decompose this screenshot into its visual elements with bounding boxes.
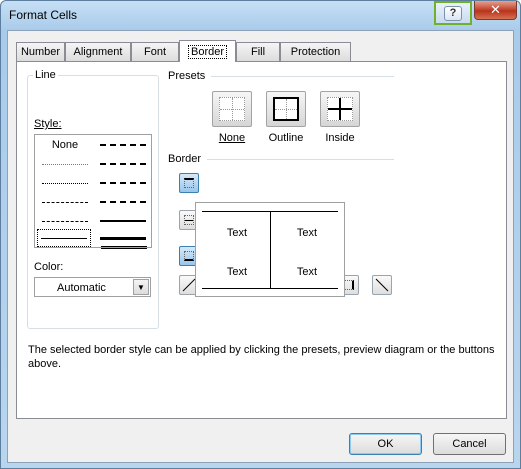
border-bottom-icon: [184, 251, 194, 261]
border-right-icon: [344, 280, 354, 290]
line-group-title: Line: [33, 69, 58, 81]
tab-border[interactable]: Border: [179, 40, 236, 62]
tab-alignment[interactable]: Alignment: [65, 42, 131, 61]
preset-outline-label: Outline: [268, 132, 304, 144]
line-style-dash-dot[interactable]: [37, 212, 93, 230]
preset-none-icon: [219, 97, 245, 121]
preset-outline-icon: [273, 97, 299, 121]
dialog-client-area: Number Alignment Font Border Fill Protec…: [7, 30, 514, 463]
border-preview[interactable]: Text Text Text Text: [195, 202, 345, 297]
line-style-dash-dot-dot[interactable]: [37, 193, 93, 211]
tab-label: Font: [143, 46, 166, 58]
border-top-icon: [184, 178, 194, 188]
tab-font[interactable]: Font: [131, 42, 179, 61]
format-cells-dialog: Format Cells ? ✕ Number Alignment Font B…: [0, 0, 521, 469]
chevron-down-icon[interactable]: ▼: [133, 279, 149, 295]
preset-inside-button[interactable]: [320, 91, 360, 127]
tab-fill[interactable]: Fill: [236, 42, 280, 61]
line-style-double[interactable]: [96, 238, 152, 256]
close-button[interactable]: ✕: [474, 1, 517, 20]
border-inside-horizontal-icon: [184, 215, 194, 225]
preview-inside-vertical-border: [270, 211, 271, 288]
line-style-medium[interactable]: [95, 212, 151, 230]
color-select[interactable]: Automatic ▼: [34, 277, 151, 297]
presets-group-title: Presets: [168, 70, 206, 82]
preview-cell-text: Text: [226, 227, 248, 239]
preset-inside-icon: [327, 97, 353, 121]
tab-protection[interactable]: Protection: [280, 42, 351, 61]
preview-cell-text: Text: [296, 227, 318, 239]
title-bar: Format Cells ? ✕: [1, 1, 520, 29]
line-style-medium-dash-dot[interactable]: [95, 174, 151, 192]
border-diagonal-down-button[interactable]: [372, 275, 392, 295]
preset-none-button[interactable]: [212, 91, 252, 127]
line-style-none-label: None: [51, 139, 79, 151]
border-group-title: Border: [168, 153, 202, 165]
tab-label: Fill: [250, 46, 266, 58]
line-style-medium-dash-dot-dot[interactable]: [95, 136, 151, 154]
border-tab-panel: Line Style: None Color: Automatic ▼ Pres…: [16, 61, 507, 419]
presets-separator: [211, 76, 394, 77]
preset-outline-button[interactable]: [266, 91, 306, 127]
color-select-value: Automatic: [57, 282, 106, 294]
tab-label: Border: [187, 44, 228, 59]
window-title: Format Cells: [9, 8, 78, 22]
border-separator: [207, 159, 394, 160]
tab-label: Protection: [290, 46, 341, 58]
preview-cell-text: Text: [296, 266, 318, 278]
preset-none-label: None: [218, 132, 246, 144]
help-icon: ?: [444, 5, 462, 21]
tab-label: Alignment: [73, 46, 123, 58]
ok-button-label: OK: [377, 438, 394, 450]
line-style-thin-selected[interactable]: [37, 229, 91, 247]
line-style-list[interactable]: None: [34, 134, 152, 248]
help-button[interactable]: ?: [434, 1, 472, 25]
preset-inside-label: Inside: [325, 132, 355, 144]
cancel-button[interactable]: Cancel: [433, 433, 506, 455]
preview-bottom-border: [202, 288, 338, 289]
ok-button[interactable]: OK: [349, 433, 422, 455]
tab-label: Number: [20, 46, 61, 58]
line-style-slant-dash-dot[interactable]: [95, 155, 151, 173]
line-style-none[interactable]: None: [37, 136, 93, 154]
tab-number[interactable]: Number: [16, 42, 65, 61]
diagonal-down-icon: [375, 278, 389, 292]
line-style-medium-dashed[interactable]: [95, 193, 151, 211]
line-style-dotted[interactable]: [37, 174, 93, 192]
info-text: The selected border style can be applied…: [28, 344, 495, 370]
line-style-hair[interactable]: [37, 155, 93, 173]
style-label: Style:: [34, 118, 62, 130]
color-label: Color:: [34, 261, 64, 273]
cancel-button-label: Cancel: [452, 438, 487, 450]
border-top-button[interactable]: [179, 173, 199, 193]
preview-cell-text: Text: [226, 266, 248, 278]
